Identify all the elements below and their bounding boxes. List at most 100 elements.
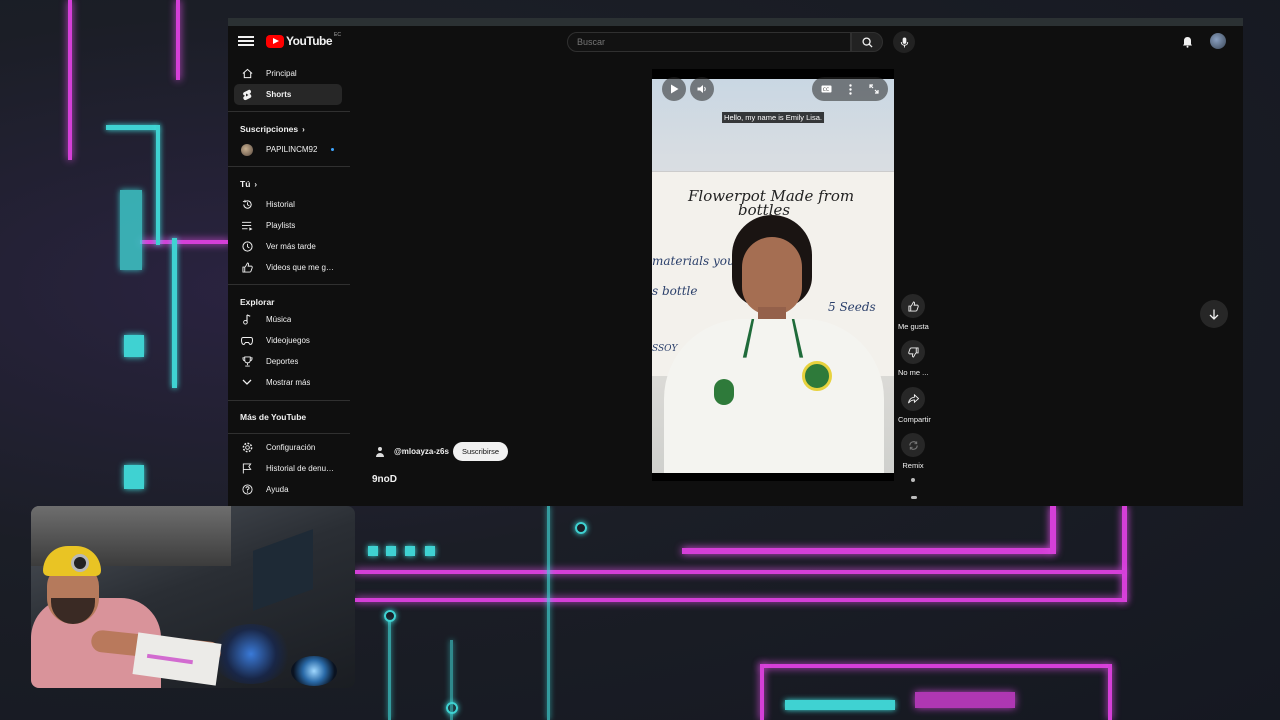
explore-heading: Explorar — [240, 297, 275, 307]
flag-icon — [241, 463, 253, 475]
more-from-youtube-heading: Más de YouTube — [240, 412, 306, 422]
fullscreen-icon — [869, 84, 879, 94]
you-title: Tú — [240, 179, 251, 189]
browser-window: YouTube EC Principal Shorts Suscripcione… — [228, 18, 1243, 506]
sidebar-item-deportes[interactable]: Deportes — [234, 351, 342, 372]
sidebar-item-label: Ayuda — [266, 485, 289, 494]
share-icon — [907, 394, 919, 404]
sidebar-item-label: Playlists — [266, 221, 296, 230]
sidebar-item-label: Mostrar más — [266, 378, 311, 387]
more-vert-icon — [848, 83, 852, 95]
share-button[interactable] — [901, 387, 925, 411]
dislike-action: No me ... — [898, 340, 928, 377]
sidebar-item-videos-que-me-gustan[interactable]: Videos que me gus... — [234, 257, 342, 278]
you-heading[interactable]: Tú › — [240, 179, 257, 189]
captions-button[interactable]: CC — [814, 77, 838, 101]
svg-text:CC: CC — [822, 87, 828, 93]
sidebar-item-mostrar-mas[interactable]: Mostrar más — [234, 372, 342, 393]
sidebar-item-musica[interactable]: Música — [234, 309, 342, 330]
subscriptions-heading[interactable]: Suscripciones › — [240, 124, 305, 134]
history-icon — [241, 199, 253, 211]
volume-button[interactable] — [690, 77, 714, 101]
channel-avatar[interactable] — [372, 443, 388, 460]
like-button[interactable] — [901, 294, 925, 318]
short-video-player[interactable]: Flowerpot Made from bottles materials yo… — [652, 69, 894, 481]
video-frame: Flowerpot Made from bottles materials yo… — [652, 79, 894, 473]
search-input[interactable] — [567, 32, 851, 52]
sidebar-item-label: Música — [266, 315, 292, 324]
divider — [228, 433, 350, 434]
new-content-dot — [331, 148, 334, 151]
youtube-play-icon — [266, 34, 284, 48]
more-options-button[interactable] — [838, 77, 862, 101]
subscriptions-title: Suscripciones — [240, 124, 299, 134]
action-label: No me ... — [898, 368, 929, 377]
microphone-icon — [900, 36, 908, 48]
masthead: YouTube EC — [228, 26, 1243, 58]
school-badge — [802, 361, 832, 391]
fullscreen-button[interactable] — [862, 77, 886, 101]
notifications-button[interactable] — [1179, 34, 1195, 50]
sidebar-item-historial-denuncias[interactable]: Historial de denunc... — [234, 458, 342, 479]
sidebar-item-papilincm92[interactable]: PAPILINCM92 — [234, 139, 342, 160]
thumbs-up-icon — [907, 300, 919, 312]
sidebar-item-ver-mas-tarde[interactable]: Ver más tarde — [234, 236, 342, 257]
sidebar-item-label: Videojuegos — [266, 336, 310, 345]
playlists-icon — [241, 220, 253, 232]
sidebar-item-label: Videos que me gus... — [266, 263, 338, 272]
poster-text: s bottle — [652, 284, 698, 298]
youtube-logo[interactable]: YouTube EC — [266, 32, 341, 48]
next-short-button[interactable] — [1200, 300, 1228, 328]
search-button[interactable] — [851, 32, 883, 52]
poster-text: SSOY — [652, 344, 678, 354]
like-action: Me gusta — [898, 294, 929, 331]
sound-indicator — [911, 496, 917, 499]
action-label: Me gusta — [898, 322, 929, 331]
play-button[interactable] — [662, 77, 686, 101]
menu-icon[interactable] — [238, 34, 254, 48]
short-title[interactable]: 9noD — [372, 474, 397, 485]
chevron-right-icon: › — [302, 124, 305, 134]
sidebar-item-label: Ver más tarde — [266, 242, 316, 251]
sidebar-item-label: Shorts — [266, 90, 292, 99]
short-owner: @mloayza-z6s Suscribirse — [372, 442, 509, 461]
divider — [228, 400, 350, 401]
country-code: EC — [334, 32, 341, 38]
divider — [228, 284, 350, 285]
sidebar: Principal Shorts Suscripciones › PAPILIN… — [228, 58, 350, 506]
dislike-button[interactable] — [901, 340, 925, 364]
channel-handle[interactable]: @mloayza-z6s — [394, 447, 449, 456]
subscribe-button[interactable]: Suscribirse — [452, 442, 509, 461]
play-icon — [670, 84, 678, 94]
action-label: Remix — [902, 461, 924, 470]
divider — [228, 166, 350, 167]
account-avatar[interactable] — [1210, 33, 1226, 49]
volume-icon — [697, 85, 706, 93]
shorts-icon — [241, 89, 253, 101]
arrow-down-icon — [1209, 309, 1219, 320]
sidebar-item-principal[interactable]: Principal — [234, 63, 342, 84]
gaming-icon — [241, 335, 253, 347]
sidebar-item-historial[interactable]: Historial — [234, 194, 342, 215]
sidebar-item-label: Deportes — [266, 357, 299, 366]
more-title: Más de YouTube — [240, 412, 307, 422]
sidebar-item-ayuda[interactable]: Ayuda — [234, 479, 342, 500]
watch-later-icon — [241, 241, 253, 253]
sidebar-item-videojuegos[interactable]: Videojuegos — [234, 330, 342, 351]
sidebar-item-label: Historial de denunc... — [266, 464, 338, 473]
gear-icon — [241, 442, 253, 454]
person — [742, 237, 802, 315]
remix-button[interactable] — [901, 433, 925, 457]
captions-icon: CC — [821, 85, 831, 93]
divider — [228, 111, 350, 112]
speaker-light — [291, 656, 337, 686]
sidebar-item-label: Historial — [266, 200, 295, 209]
like-icon — [241, 262, 253, 274]
action-label: Compartir — [898, 415, 931, 424]
voice-search-button[interactable] — [893, 31, 915, 53]
poster-text: 5 Seeds — [828, 300, 876, 314]
sidebar-item-playlists[interactable]: Playlists — [234, 215, 342, 236]
sidebar-item-shorts[interactable]: Shorts — [234, 84, 342, 105]
remix-action: Remix — [898, 433, 928, 470]
sidebar-item-configuracion[interactable]: Configuración — [234, 437, 342, 458]
